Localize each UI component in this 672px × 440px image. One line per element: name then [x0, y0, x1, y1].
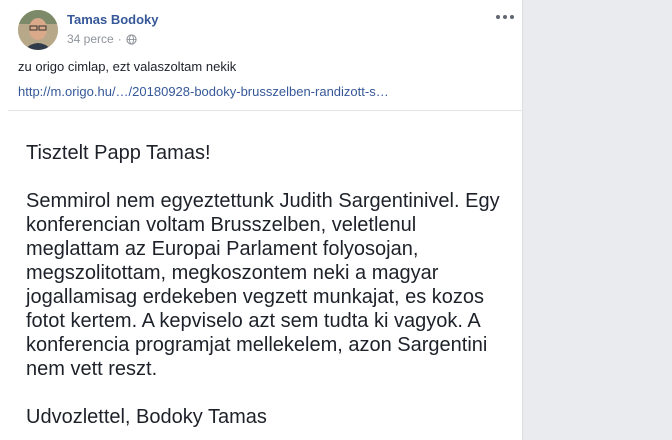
- menu-dot: [510, 15, 514, 19]
- post-link[interactable]: http://m.origo.hu/…/20180928-bodoky-brus…: [18, 84, 389, 99]
- post-text: zu origo cimlap, ezt valaszoltam nekik: [18, 59, 237, 74]
- letter-greeting: Tisztelt Papp Tamas!: [26, 142, 211, 164]
- letter-line: konferencian voltam Brusszelben, veletle…: [26, 214, 417, 236]
- author-name[interactable]: Tamas Bodoky: [67, 12, 159, 27]
- post-meta: 34 perce ·: [67, 32, 137, 46]
- letter-body: Semmirol nem egyeztettunk Judith Sargent…: [26, 189, 522, 381]
- menu-dot: [496, 15, 500, 19]
- globe-icon: [126, 33, 137, 45]
- letter-line: konferencia programjat mellekelem, azon …: [26, 334, 488, 356]
- letter-line: meglattam az Europai Parlament folyosoja…: [26, 238, 419, 260]
- separator-dot: ·: [117, 32, 122, 46]
- letter-line: fotot kertem. A kepviselo azt sem tudta …: [26, 310, 481, 332]
- cropped-text-fragment: [68, 110, 328, 114]
- author-avatar[interactable]: [18, 10, 58, 50]
- attached-image[interactable]: Tisztelt Papp Tamas! Semmirol nem egyezt…: [8, 110, 522, 440]
- post-time[interactable]: 34 perce: [67, 32, 114, 46]
- letter-text: Tisztelt Papp Tamas! Semmirol nem egyezt…: [26, 141, 522, 429]
- letter-closing: Udvozlettel, Bodoky Tamas: [26, 406, 267, 428]
- letter-line: Semmirol nem egyeztettunk Judith Sargent…: [26, 190, 500, 212]
- menu-dot: [503, 15, 507, 19]
- letter-line: jogallamisag erdekeben vegzett munkajat,…: [26, 286, 485, 308]
- facebook-post: Tamas Bodoky 34 perce · zu origo cimlap,…: [0, 0, 523, 440]
- letter-line: nem vett reszt.: [26, 358, 158, 380]
- letter-line: megszolitottam, megkoszontem neki a magy…: [26, 262, 439, 284]
- avatar-image: [18, 10, 58, 50]
- post-header: Tamas Bodoky 34 perce ·: [18, 7, 518, 51]
- more-options-icon[interactable]: [494, 9, 516, 25]
